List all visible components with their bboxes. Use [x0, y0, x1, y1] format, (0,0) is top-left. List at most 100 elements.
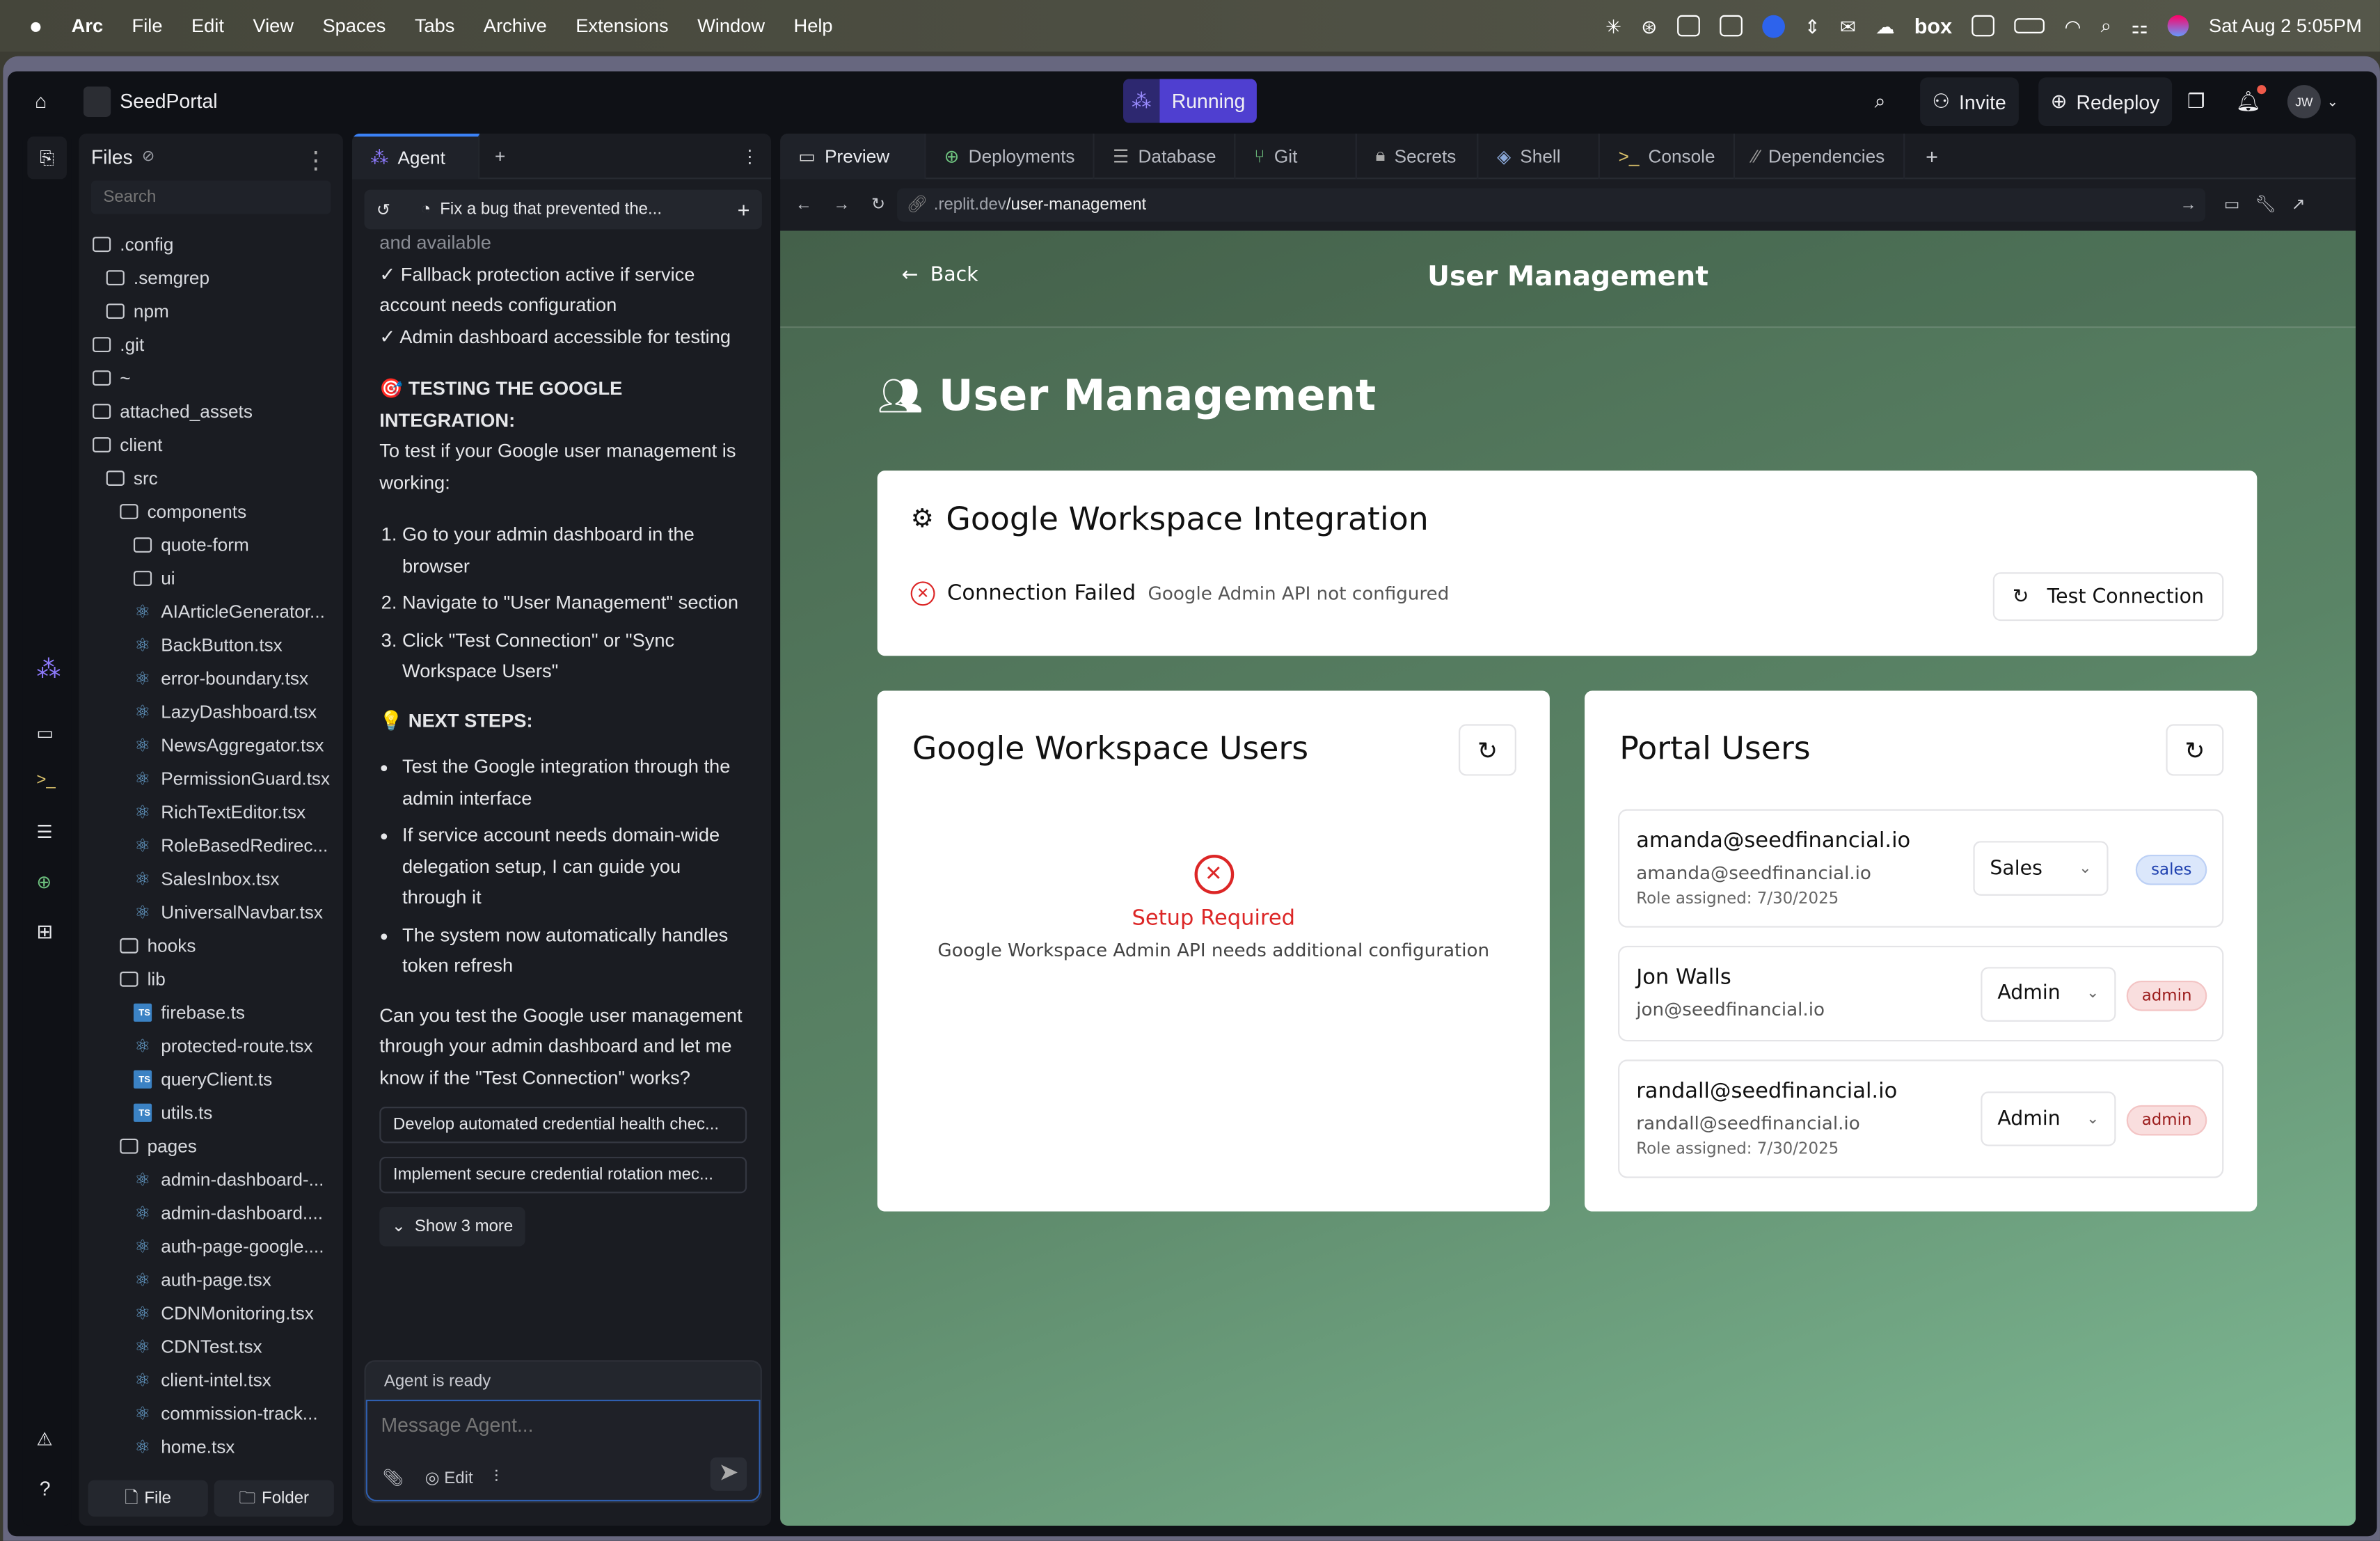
- sync-icon[interactable]: ⇕: [1804, 15, 1820, 38]
- forward-arrow-icon[interactable]: →: [833, 195, 850, 213]
- tree-item[interactable]: ⚛ NewsAggregator.tsx: [93, 729, 335, 762]
- open-arrow-icon[interactable]: →: [2180, 195, 2197, 213]
- window-icon[interactable]: ❐: [2187, 90, 2205, 114]
- menu-item[interactable]: View: [253, 15, 294, 37]
- reload-icon[interactable]: ↻: [871, 194, 885, 214]
- tab-deployments[interactable]: ⊕ Deployments: [926, 133, 1095, 179]
- mail-icon[interactable]: ✉: [1840, 15, 1856, 38]
- suggestion-button[interactable]: Develop automated credential health chec…: [379, 1107, 747, 1144]
- status-icon-asterisk[interactable]: ✳: [1605, 15, 1621, 38]
- back-arrow-icon[interactable]: ←: [795, 195, 812, 213]
- help-icon[interactable]: ?: [40, 1477, 51, 1500]
- external-link-icon[interactable]: ↗: [2292, 194, 2306, 214]
- thread-title[interactable]: Fix a bug that prevented the...: [440, 200, 662, 219]
- tree-item[interactable]: ⚛ auth-page-google....: [93, 1230, 335, 1263]
- tree-item[interactable]: ⚛ error-boundary.tsx: [93, 662, 335, 695]
- apple-icon[interactable]: ●: [29, 13, 42, 39]
- refresh-workspace-button[interactable]: ↻: [1459, 724, 1516, 776]
- new-folder-button[interactable]: 🗀︎ Folder: [214, 1480, 334, 1517]
- tree-item[interactable]: ⚛ UniversalNavbar.tsx: [93, 896, 335, 929]
- tree-item[interactable]: ⚛ LazyDashboard.tsx: [93, 695, 335, 729]
- clock[interactable]: Sat Aug 2 5:05PM: [2209, 15, 2362, 37]
- tree-item[interactable]: ~: [93, 361, 335, 395]
- drive-icon[interactable]: [1676, 15, 1700, 37]
- tree-item[interactable]: quote-form: [93, 528, 335, 562]
- zoom-icon[interactable]: [1761, 14, 1785, 38]
- project-logo[interactable]: [83, 86, 111, 117]
- tree-item[interactable]: attached_assets: [93, 395, 335, 428]
- tree-item[interactable]: ⚛ CDNTest.tsx: [93, 1330, 335, 1364]
- battery-icon[interactable]: [2014, 18, 2045, 33]
- tree-item[interactable]: ⚛ CDNMonitoring.tsx: [93, 1297, 335, 1330]
- message-input[interactable]: [381, 1413, 731, 1437]
- tree-item[interactable]: ⚛ commission-track...: [93, 1397, 335, 1430]
- shell-icon[interactable]: >_: [36, 771, 55, 789]
- control-center-icon[interactable]: ⚏: [2131, 15, 2148, 38]
- home-icon[interactable]: ⌂: [35, 90, 47, 113]
- add-tab-icon[interactable]: +: [1926, 143, 1938, 168]
- tree-item[interactable]: ⚛ SalesInbox.tsx: [93, 862, 335, 896]
- role-select[interactable]: Admin ⌄: [1981, 966, 2116, 1021]
- tab-secrets[interactable]: 🔒︎ Secrets: [1357, 133, 1479, 179]
- tree-item[interactable]: components: [93, 495, 335, 528]
- menu-item[interactable]: Extensions: [576, 15, 668, 37]
- wrench-icon[interactable]: 🔧︎: [2255, 194, 2276, 214]
- paperclip-icon[interactable]: 📎︎: [383, 1468, 404, 1487]
- spotlight-icon[interactable]: ⌕: [2101, 15, 2111, 38]
- add-tab-icon[interactable]: +: [495, 145, 505, 166]
- avatar[interactable]: JW ⌄: [2287, 85, 2338, 119]
- database-icon[interactable]: ☰: [36, 821, 52, 843]
- tree-item[interactable]: ⚛ protected-route.tsx: [93, 1029, 335, 1063]
- box-icon[interactable]: box: [1914, 14, 1952, 38]
- tab-shell[interactable]: ◈ Shell: [1479, 133, 1601, 179]
- tree-item[interactable]: .semgrep: [93, 261, 335, 294]
- tree-item[interactable]: client: [93, 428, 335, 461]
- tab-console[interactable]: >_ Console: [1600, 133, 1735, 179]
- files-toggle-icon[interactable]: ⎘: [27, 136, 67, 180]
- tree-item[interactable]: ⚛ auth-page.tsx: [93, 1263, 335, 1297]
- tree-item[interactable]: npm: [93, 294, 335, 328]
- tree-item[interactable]: ⚛ RoleBasedRedirec...: [93, 829, 335, 862]
- role-select[interactable]: Sales ⌄: [1973, 841, 2109, 896]
- menu-app[interactable]: Arc: [72, 15, 103, 37]
- new-file-button[interactable]: 🗋︎ File: [88, 1480, 208, 1517]
- cloud-icon[interactable]: ☁: [1875, 15, 1894, 38]
- bell-icon[interactable]: 🔔︎: [2236, 85, 2266, 114]
- role-select[interactable]: Admin ⌄: [1981, 1091, 2116, 1146]
- tree-item[interactable]: pages: [93, 1130, 335, 1163]
- tree-item[interactable]: ⚛ BackButton.tsx: [93, 629, 335, 662]
- tab-preview[interactable]: ▭ Preview: [780, 133, 926, 179]
- menu-item[interactable]: Help: [794, 15, 833, 37]
- tree-item[interactable]: .config: [93, 228, 335, 261]
- preview-icon[interactable]: ▭: [36, 722, 54, 744]
- tree-item[interactable]: ⚛ admin-dashboard....: [93, 1196, 335, 1230]
- tree-item[interactable]: ⚛ client-intel.tsx: [93, 1364, 335, 1397]
- more-icon[interactable]: ⋮: [740, 145, 759, 166]
- new-thread-icon[interactable]: +: [738, 198, 750, 222]
- tab-git[interactable]: ⑂ Git: [1236, 133, 1358, 179]
- search-icon[interactable]: ⌕: [1875, 90, 1886, 114]
- settings-sliders-icon[interactable]: ⫶: [494, 1468, 498, 1487]
- tree-item[interactable]: lib: [93, 963, 335, 996]
- tree-item[interactable]: ⚛ RichTextEditor.tsx: [93, 796, 335, 829]
- tree-item[interactable]: ui: [93, 562, 335, 595]
- suggestion-button[interactable]: Implement secure credential rotation mec…: [379, 1156, 747, 1194]
- tree-item[interactable]: TS firebase.ts: [93, 996, 335, 1029]
- window-icon[interactable]: [1972, 15, 1995, 37]
- deploy-icon[interactable]: ⊕: [36, 871, 51, 893]
- tab-agent[interactable]: ⁂ Agent: [352, 133, 480, 179]
- redeploy-button[interactable]: ⊕ Redeploy: [2038, 77, 2172, 127]
- tree-item[interactable]: .git: [93, 328, 335, 361]
- tree-item[interactable]: TS utils.ts: [93, 1096, 335, 1130]
- menu-item[interactable]: Spaces: [322, 15, 386, 37]
- invite-button[interactable]: ⚇ Invite: [1920, 77, 2019, 127]
- project-name[interactable]: SeedPortal: [120, 90, 217, 113]
- menu-item[interactable]: File: [132, 15, 163, 37]
- tree-item[interactable]: ⚛ AIArticleGenerator...: [93, 595, 335, 629]
- tab-database[interactable]: ☰ Database: [1095, 133, 1236, 179]
- edit-button[interactable]: ◎ Edit: [425, 1468, 473, 1487]
- url-field[interactable]: 🔗︎ .replit.dev/user-management →: [897, 187, 2206, 221]
- file-search-input[interactable]: [90, 180, 331, 214]
- history-icon[interactable]: ↺: [376, 200, 390, 219]
- more-icon[interactable]: ⋮: [303, 145, 328, 176]
